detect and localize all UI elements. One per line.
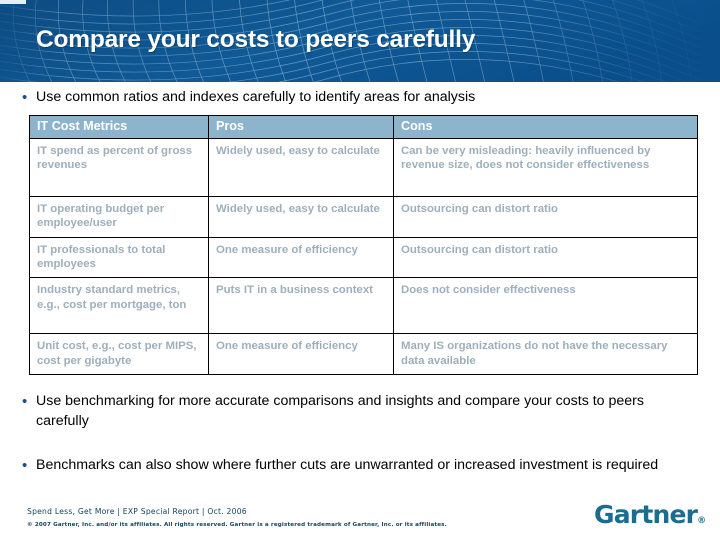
slide-body: • Use common ratios and indexes carefull… [0, 82, 720, 540]
gartner-logo-text: Gartner [594, 500, 698, 529]
cell-pros: Puts IT in a business context [208, 277, 394, 335]
table-row: IT professionals to total employees One … [29, 236, 698, 279]
table-row: Industry standard metrics, e.g., cost pe… [29, 277, 698, 335]
bullet-marker-icon: • [22, 89, 28, 106]
bullet-item-middle: • Use benchmarking for more accurate com… [22, 392, 668, 431]
column-header-metrics: IT Cost Metrics [29, 115, 209, 139]
footer-copyright-line: © 2007 Gartner, Inc. and/or its affiliat… [27, 522, 447, 528]
cell-pros: One measure of efficiency [208, 333, 394, 375]
bullet-marker-icon: • [22, 393, 28, 410]
bullet-text-bottom: Benchmarks can also show where further c… [36, 457, 659, 473]
column-header-pros: Pros [208, 115, 394, 139]
bullet-text-middle: Use benchmarking for more accurate compa… [36, 393, 644, 429]
cell-pros: One measure of efficiency [208, 236, 394, 279]
cell-metric: IT professionals to total employees [29, 236, 209, 279]
cell-cons: Outsourcing can distort ratio [393, 196, 698, 238]
header-corner-strip [0, 0, 26, 4]
gartner-logo: Gartner® [594, 500, 706, 529]
slide-header-banner: Compare your costs to peers carefully [0, 0, 720, 82]
bullet-marker-icon: • [22, 457, 28, 474]
registered-trademark-icon: ® [697, 516, 707, 526]
cell-pros: Widely used, easy to calculate [208, 138, 394, 197]
cell-cons: Does not consider effectiveness [393, 277, 698, 335]
table-header-row: IT Cost Metrics Pros Cons [29, 115, 698, 139]
cell-cons: Outsourcing can distort ratio [393, 236, 698, 279]
cell-metric: Unit cost, e.g., cost per MIPS, cost per… [29, 333, 209, 375]
cell-cons: Can be very misleading: heavily influenc… [393, 138, 698, 197]
column-header-cons: Cons [393, 115, 698, 139]
cell-pros: Widely used, easy to calculate [208, 196, 394, 238]
cell-metric: IT spend as percent of gross revenues [29, 138, 209, 197]
table-row: IT operating budget per employee/user Wi… [29, 196, 698, 238]
cell-metric: Industry standard metrics, e.g., cost pe… [29, 277, 209, 335]
footer-source-line: Spend Less, Get More | EXP Special Repor… [27, 507, 247, 516]
table-row: IT spend as percent of gross revenues Wi… [29, 138, 698, 197]
bullet-item-bottom: • Benchmarks can also show where further… [22, 456, 674, 476]
bullet-item-top: • Use common ratios and indexes carefull… [22, 88, 682, 108]
bullet-text-top: Use common ratios and indexes carefully … [36, 89, 476, 105]
cell-metric: IT operating budget per employee/user [29, 196, 209, 238]
cell-cons: Many IS organizations do not have the ne… [393, 333, 698, 375]
it-cost-metrics-table: IT Cost Metrics Pros Cons IT spend as pe… [29, 115, 698, 375]
table-row: Unit cost, e.g., cost per MIPS, cost per… [29, 333, 698, 375]
page-title: Compare your costs to peers carefully [36, 26, 476, 53]
